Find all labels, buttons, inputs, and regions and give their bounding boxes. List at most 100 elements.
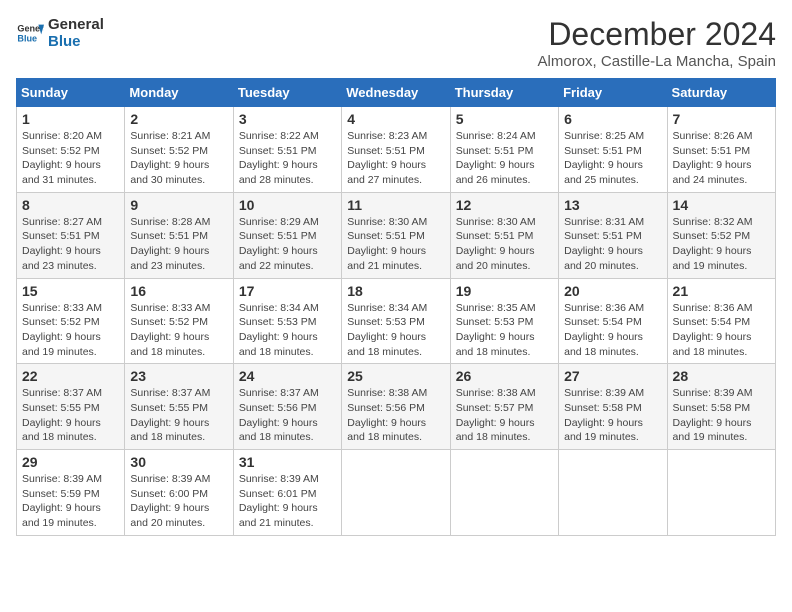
day-number: 17: [239, 283, 336, 299]
logo-icon: General Blue: [16, 19, 44, 47]
day-info: Sunrise: 8:39 AMSunset: 5:58 PMDaylight:…: [564, 386, 661, 445]
calendar-cell: 6 Sunrise: 8:25 AMSunset: 5:51 PMDaylight…: [559, 107, 667, 193]
calendar-cell: 27Sunrise: 8:39 AMSunset: 5:58 PMDayligh…: [559, 364, 667, 450]
day-number: 24: [239, 368, 336, 384]
day-number: 19: [456, 283, 553, 299]
weekday-header-friday: Friday: [559, 79, 667, 107]
day-info: Sunrise: 8:28 AMSunset: 5:51 PMDaylight:…: [130, 215, 227, 274]
calendar-cell: 14 Sunrise: 8:32 AMSunset: 5:52 PMDayligh…: [667, 192, 775, 278]
day-number: 13: [564, 197, 661, 213]
weekday-header-tuesday: Tuesday: [233, 79, 341, 107]
calendar-table: SundayMondayTuesdayWednesdayThursdayFrid…: [16, 78, 776, 536]
day-info: Sunrise: 8:24 AMSunset: 5:51 PMDaylight:…: [456, 129, 553, 188]
day-number: 29: [22, 454, 119, 470]
calendar-cell: 30 Sunrise: 8:39 AMSunset: 6:00 PMDayligh…: [125, 450, 233, 536]
day-number: 14: [673, 197, 770, 213]
week-row-3: 15 Sunrise: 8:33 AMSunset: 5:52 PMDayligh…: [17, 278, 776, 364]
calendar-cell: 10Sunrise: 8:29 AMSunset: 5:51 PMDayligh…: [233, 192, 341, 278]
title-area: December 2024 Almorox, Castille-La Manch…: [538, 16, 776, 70]
location-title: Almorox, Castille-La Mancha, Spain: [538, 53, 776, 70]
day-info: Sunrise: 8:33 AMSunset: 5:52 PMDaylight:…: [22, 301, 119, 360]
weekday-header-saturday: Saturday: [667, 79, 775, 107]
day-number: 12: [456, 197, 553, 213]
day-info: Sunrise: 8:21 AMSunset: 5:52 PMDaylight:…: [130, 129, 227, 188]
day-info: Sunrise: 8:30 AMSunset: 5:51 PMDaylight:…: [456, 215, 553, 274]
day-info: Sunrise: 8:23 AMSunset: 5:51 PMDaylight:…: [347, 129, 444, 188]
calendar-cell: [667, 450, 775, 536]
calendar-cell: 24 Sunrise: 8:37 AMSunset: 5:56 PMDayligh…: [233, 364, 341, 450]
calendar-cell: [450, 450, 558, 536]
day-info: Sunrise: 8:34 AMSunset: 5:53 PMDaylight:…: [347, 301, 444, 360]
month-title: December 2024: [538, 16, 776, 53]
week-row-2: 8 Sunrise: 8:27 AMSunset: 5:51 PMDaylight…: [17, 192, 776, 278]
calendar-cell: 11 Sunrise: 8:30 AMSunset: 5:51 PMDayligh…: [342, 192, 450, 278]
day-number: 30: [130, 454, 227, 470]
week-row-5: 29 Sunrise: 8:39 AMSunset: 5:59 PMDayligh…: [17, 450, 776, 536]
day-info: Sunrise: 8:30 AMSunset: 5:51 PMDaylight:…: [347, 215, 444, 274]
calendar-cell: 7Sunrise: 8:26 AMSunset: 5:51 PMDaylight…: [667, 107, 775, 193]
day-info: Sunrise: 8:25 AMSunset: 5:51 PMDaylight:…: [564, 129, 661, 188]
weekday-header-thursday: Thursday: [450, 79, 558, 107]
calendar-cell: 16 Sunrise: 8:33 AMSunset: 5:52 PMDayligh…: [125, 278, 233, 364]
day-number: 4: [347, 111, 444, 127]
day-info: Sunrise: 8:39 AMSunset: 6:00 PMDaylight:…: [130, 472, 227, 531]
day-number: 26: [456, 368, 553, 384]
calendar-cell: 3Sunrise: 8:22 AMSunset: 5:51 PMDaylight…: [233, 107, 341, 193]
day-number: 28: [673, 368, 770, 384]
weekday-header-monday: Monday: [125, 79, 233, 107]
calendar-cell: 15 Sunrise: 8:33 AMSunset: 5:52 PMDayligh…: [17, 278, 125, 364]
day-number: 9: [130, 197, 227, 213]
day-number: 15: [22, 283, 119, 299]
calendar-cell: 31 Sunrise: 8:39 AMSunset: 6:01 PMDayligh…: [233, 450, 341, 536]
weekday-header-sunday: Sunday: [17, 79, 125, 107]
calendar-cell: 23 Sunrise: 8:37 AMSunset: 5:55 PMDayligh…: [125, 364, 233, 450]
day-info: Sunrise: 8:37 AMSunset: 5:55 PMDaylight:…: [22, 386, 119, 445]
day-number: 11: [347, 197, 444, 213]
calendar-cell: 9 Sunrise: 8:28 AMSunset: 5:51 PMDaylight…: [125, 192, 233, 278]
calendar-cell: 22 Sunrise: 8:37 AMSunset: 5:55 PMDayligh…: [17, 364, 125, 450]
calendar-cell: 26 Sunrise: 8:38 AMSunset: 5:57 PMDayligh…: [450, 364, 558, 450]
weekday-header-row: SundayMondayTuesdayWednesdayThursdayFrid…: [17, 79, 776, 107]
calendar-cell: 19Sunrise: 8:35 AMSunset: 5:53 PMDayligh…: [450, 278, 558, 364]
week-row-4: 22 Sunrise: 8:37 AMSunset: 5:55 PMDayligh…: [17, 364, 776, 450]
day-info: Sunrise: 8:37 AMSunset: 5:55 PMDaylight:…: [130, 386, 227, 445]
day-info: Sunrise: 8:31 AMSunset: 5:51 PMDaylight:…: [564, 215, 661, 274]
day-number: 31: [239, 454, 336, 470]
day-info: Sunrise: 8:36 AMSunset: 5:54 PMDaylight:…: [673, 301, 770, 360]
day-number: 18: [347, 283, 444, 299]
calendar-cell: 18 Sunrise: 8:34 AMSunset: 5:53 PMDayligh…: [342, 278, 450, 364]
week-row-1: 1Sunrise: 8:20 AMSunset: 5:52 PMDaylight…: [17, 107, 776, 193]
calendar-cell: 2 Sunrise: 8:21 AMSunset: 5:52 PMDaylight…: [125, 107, 233, 193]
day-info: Sunrise: 8:26 AMSunset: 5:51 PMDaylight:…: [673, 129, 770, 188]
day-number: 3: [239, 111, 336, 127]
logo-blue: Blue: [48, 33, 104, 50]
calendar-cell: 17Sunrise: 8:34 AMSunset: 5:53 PMDayligh…: [233, 278, 341, 364]
day-info: Sunrise: 8:37 AMSunset: 5:56 PMDaylight:…: [239, 386, 336, 445]
day-number: 8: [22, 197, 119, 213]
calendar-cell: 28Sunrise: 8:39 AMSunset: 5:58 PMDayligh…: [667, 364, 775, 450]
page-header: General Blue General Blue December 2024 …: [16, 16, 776, 70]
day-number: 5: [456, 111, 553, 127]
day-info: Sunrise: 8:32 AMSunset: 5:52 PMDaylight:…: [673, 215, 770, 274]
calendar-cell: [342, 450, 450, 536]
calendar-cell: 20Sunrise: 8:36 AMSunset: 5:54 PMDayligh…: [559, 278, 667, 364]
day-info: Sunrise: 8:39 AMSunset: 5:59 PMDaylight:…: [22, 472, 119, 531]
day-info: Sunrise: 8:27 AMSunset: 5:51 PMDaylight:…: [22, 215, 119, 274]
calendar-cell: 29 Sunrise: 8:39 AMSunset: 5:59 PMDayligh…: [17, 450, 125, 536]
day-number: 21: [673, 283, 770, 299]
day-info: Sunrise: 8:39 AMSunset: 6:01 PMDaylight:…: [239, 472, 336, 531]
day-info: Sunrise: 8:33 AMSunset: 5:52 PMDaylight:…: [130, 301, 227, 360]
day-number: 6: [564, 111, 661, 127]
logo: General Blue General Blue: [16, 16, 104, 50]
calendar-cell: 12 Sunrise: 8:30 AMSunset: 5:51 PMDayligh…: [450, 192, 558, 278]
calendar-cell: 8 Sunrise: 8:27 AMSunset: 5:51 PMDaylight…: [17, 192, 125, 278]
day-info: Sunrise: 8:38 AMSunset: 5:57 PMDaylight:…: [456, 386, 553, 445]
day-number: 2: [130, 111, 227, 127]
calendar-cell: 13 Sunrise: 8:31 AMSunset: 5:51 PMDayligh…: [559, 192, 667, 278]
weekday-header-wednesday: Wednesday: [342, 79, 450, 107]
day-number: 20: [564, 283, 661, 299]
calendar-cell: 25Sunrise: 8:38 AMSunset: 5:56 PMDayligh…: [342, 364, 450, 450]
day-number: 22: [22, 368, 119, 384]
day-number: 23: [130, 368, 227, 384]
day-number: 16: [130, 283, 227, 299]
